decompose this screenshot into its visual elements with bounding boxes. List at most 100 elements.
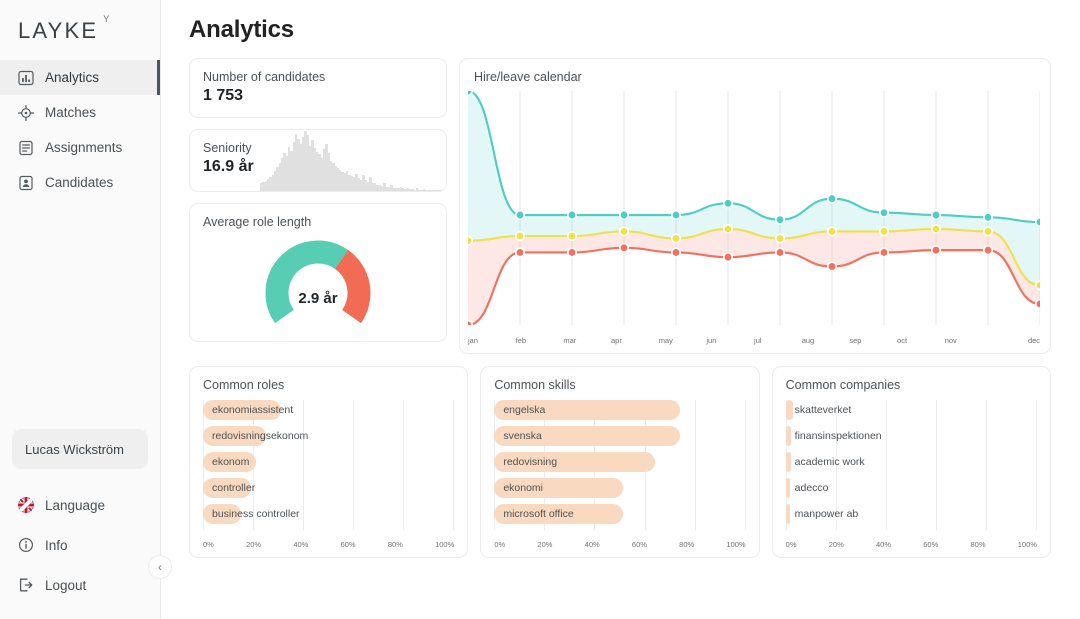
x-axis-tick: 80% — [388, 540, 403, 549]
info-icon — [18, 537, 34, 553]
card-common-companies: Common companies skatteverket finansinspe… — [772, 366, 1051, 558]
bar-row[interactable]: finansinspektionen — [786, 426, 1037, 446]
user-name: Lucas Wickström — [25, 442, 124, 457]
sidebar-collapse-button[interactable]: ‹ — [148, 555, 172, 579]
sidebar-item-language[interactable]: Language — [0, 485, 160, 525]
bar-fill — [786, 452, 791, 472]
sidebar-spacer — [0, 200, 160, 429]
card-title: Common roles — [203, 378, 454, 392]
sidebar-item-label: Logout — [45, 578, 86, 593]
sidebar: LAYKEY Analytics Matches Assignments — [0, 0, 161, 619]
x-axis-tick: 80% — [679, 540, 694, 549]
x-axis-tick: 20% — [537, 540, 552, 549]
x-axis-label: sep — [849, 336, 897, 345]
data-point — [1036, 218, 1040, 227]
app-root: LAYKEY Analytics Matches Assignments — [0, 0, 1080, 619]
bar-row[interactable]: ekonomi — [494, 478, 745, 498]
data-point — [672, 248, 680, 257]
data-point — [468, 236, 472, 245]
bar-fill — [786, 504, 790, 524]
user-profile-chip[interactable]: Lucas Wickström — [12, 429, 148, 469]
bar-row[interactable]: controller — [203, 478, 454, 498]
bar-row[interactable]: engelska — [494, 400, 745, 420]
sidebar-item-candidates[interactable]: Candidates — [0, 165, 160, 200]
bar-list: engelska svenska redovisning ekonomi microso… — [494, 400, 745, 524]
primary-nav: Analytics Matches Assignments Candidates — [0, 60, 160, 200]
bar-label: skatteverket — [795, 400, 852, 420]
bar-row[interactable]: skatteverket — [786, 400, 1037, 420]
bar-row[interactable]: manpower ab — [786, 504, 1037, 524]
x-axis-tick: 40% — [585, 540, 600, 549]
bar-row[interactable]: redovisning — [494, 452, 745, 472]
card-title: Hire/leave calendar — [474, 70, 1035, 84]
uk-flag-icon — [18, 497, 34, 513]
card-title: Common companies — [786, 378, 1037, 392]
sidebar-item-assignments[interactable]: Assignments — [0, 130, 160, 165]
gauge-segment-coral — [342, 259, 359, 316]
sidebar-item-analytics[interactable]: Analytics — [0, 60, 160, 95]
x-axis-label: nov — [945, 336, 993, 345]
data-point — [568, 211, 576, 220]
bar-row[interactable]: adecco — [786, 478, 1037, 498]
data-point — [1036, 281, 1040, 290]
kpi-column: Number of candidates 1 753 Seniority 16.… — [189, 58, 447, 354]
data-point — [620, 227, 628, 236]
card-number-of-candidates: Number of candidates 1 753 — [189, 58, 447, 118]
data-point — [724, 225, 732, 234]
data-point — [984, 227, 992, 236]
bar-label: manpower ab — [795, 504, 859, 524]
bar-row[interactable]: microsoft office — [494, 504, 745, 524]
bar-label: finansinspektionen — [795, 426, 882, 446]
area-hires — [468, 91, 1040, 285]
bar-row[interactable]: svenska — [494, 426, 745, 446]
x-axis-tick: 80% — [970, 540, 985, 549]
data-point — [880, 227, 888, 236]
card-common-roles: Common roles ekonomiassistent redovisning… — [189, 366, 468, 558]
app-logo: LAYKEY — [18, 18, 98, 44]
card-title: Common skills — [494, 378, 745, 392]
sidebar-item-info[interactable]: Info — [0, 525, 160, 565]
bar-list: skatteverket finansinspektionen academic w… — [786, 400, 1037, 524]
bar-chart-plot: skatteverket finansinspektionen academic w… — [786, 400, 1037, 530]
card-average-role-length: Average role length 2.9 år — [189, 203, 447, 342]
x-axis-tick: 20% — [829, 540, 844, 549]
x-axis-tick: 40% — [293, 540, 308, 549]
user-card-icon — [18, 175, 34, 191]
x-axis-tick: 20% — [246, 540, 261, 549]
bar-chart-x-axis: 0%20%40%60%80%100% — [494, 540, 745, 549]
data-point — [724, 253, 732, 262]
bar-fill — [786, 400, 794, 420]
x-axis-label: may — [659, 336, 707, 345]
sidebar-item-label: Analytics — [45, 70, 99, 85]
bar-row[interactable]: academic work — [786, 452, 1037, 472]
bar-chart-x-axis: 0%20%40%60%80%100% — [786, 540, 1037, 549]
bar-label: controller — [212, 478, 255, 498]
gauge-value: 2.9 år — [259, 290, 377, 307]
bar-row[interactable]: redovisningsekonom — [203, 426, 454, 446]
data-point — [932, 211, 940, 220]
x-axis-tick: 0% — [786, 540, 797, 549]
bar-chart-x-axis: 0%20%40%60%80%100% — [203, 540, 454, 549]
bar-row[interactable]: ekonomiassistent — [203, 400, 454, 420]
sidebar-item-logout[interactable]: Logout — [0, 565, 160, 605]
sidebar-item-matches[interactable]: Matches — [0, 95, 160, 130]
data-point — [516, 232, 524, 241]
card-common-skills: Common skills engelska svenska redovisning… — [480, 366, 759, 558]
page-title: Analytics — [189, 16, 1051, 44]
histogram-bar — [444, 190, 446, 191]
data-point — [776, 215, 784, 224]
chevron-left-icon: ‹ — [158, 560, 162, 574]
bar-label: engelska — [503, 400, 545, 420]
bar-row[interactable]: ekonom — [203, 452, 454, 472]
data-point — [724, 199, 732, 208]
x-axis-tick: 100% — [1018, 540, 1037, 549]
data-point — [1036, 300, 1040, 309]
data-point — [828, 262, 836, 271]
card-title: Average role length — [203, 215, 433, 229]
candidates-value: 1 753 — [203, 87, 433, 105]
x-axis-label: jan — [468, 336, 516, 345]
x-axis-tick: 0% — [203, 540, 214, 549]
bar-row[interactable]: business controller — [203, 504, 454, 524]
line-series-hires — [468, 91, 1040, 222]
bar-label: ekonomi — [503, 478, 543, 498]
